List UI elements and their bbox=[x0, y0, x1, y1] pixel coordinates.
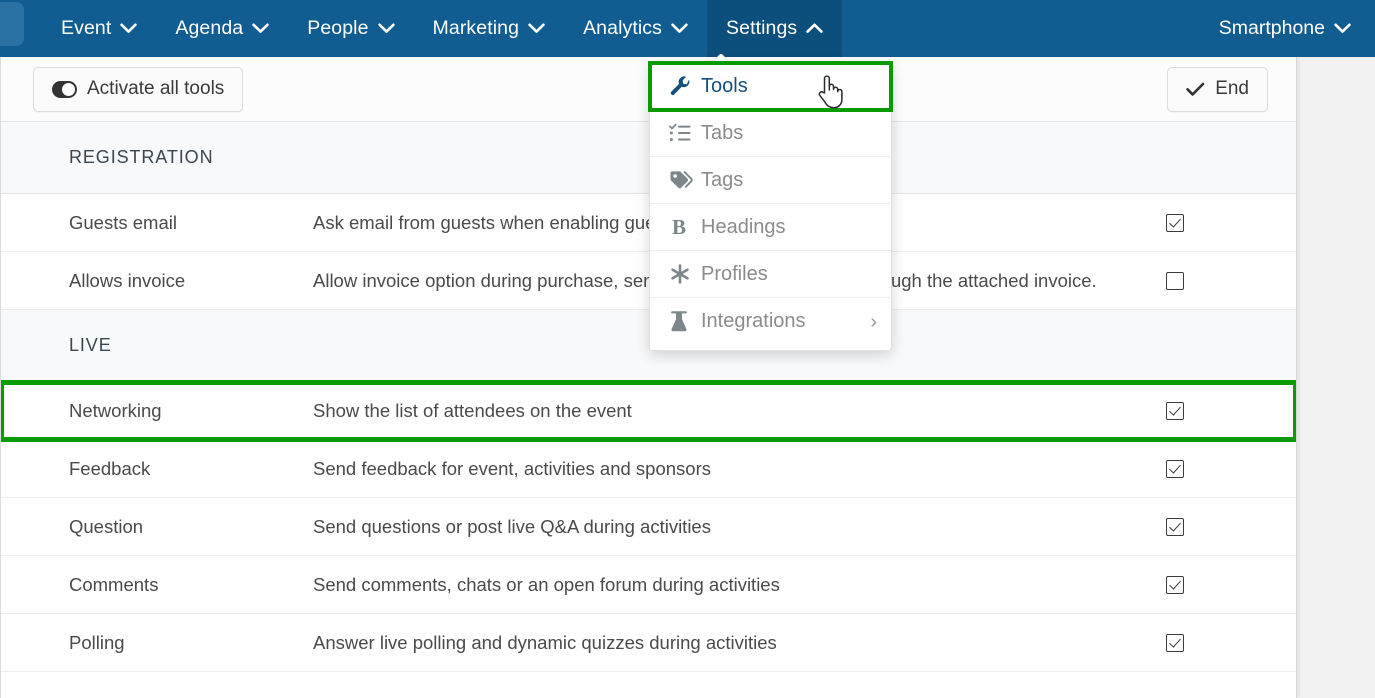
end-button-label: End bbox=[1215, 78, 1249, 99]
menu-item-label: Integrations bbox=[701, 310, 806, 332]
menu-item-tabs[interactable]: Tabs bbox=[650, 110, 891, 157]
device-selector-label: Smartphone bbox=[1218, 17, 1325, 39]
table-row[interactable]: Comments Send comments, chats or an open… bbox=[1, 556, 1296, 614]
section-title: LIVE bbox=[69, 335, 112, 355]
app-logo[interactable] bbox=[0, 2, 24, 46]
row-checkbox[interactable] bbox=[1166, 213, 1184, 232]
row-checkbox[interactable] bbox=[1166, 517, 1184, 536]
table-row[interactable]: Polling Answer live polling and dynamic … bbox=[1, 614, 1296, 672]
chevron-down-icon bbox=[528, 23, 545, 34]
section-title: REGISTRATION bbox=[69, 147, 214, 167]
settings-dropdown-menu: Tools Tabs Tags B Headings Profiles Inte… bbox=[648, 61, 893, 351]
nav-item-marketing[interactable]: Marketing bbox=[414, 0, 565, 57]
row-checkbox-cell bbox=[1156, 575, 1296, 594]
menu-item-label: Profiles bbox=[701, 262, 768, 285]
row-checkbox[interactable] bbox=[1166, 633, 1184, 652]
row-checkbox-cell bbox=[1156, 517, 1296, 536]
nav-item-label: Settings bbox=[726, 17, 798, 39]
row-checkbox[interactable] bbox=[1166, 575, 1184, 594]
chevron-right-icon: › bbox=[870, 310, 877, 333]
toggle-icon bbox=[52, 80, 77, 98]
row-checkbox-cell bbox=[1156, 633, 1296, 652]
row-checkbox-cell bbox=[1156, 271, 1296, 290]
nav-item-label: Event bbox=[61, 17, 112, 39]
menu-item-label: Tabs bbox=[701, 121, 744, 144]
row-name: Guests email bbox=[69, 211, 177, 233]
row-description: Show the list of attendees on the event bbox=[313, 400, 632, 421]
table-row[interactable]: Feedback Send feedback for event, activi… bbox=[1, 440, 1296, 498]
flask-icon bbox=[669, 310, 701, 333]
svg-text:B: B bbox=[672, 216, 686, 238]
menu-item-tags[interactable]: Tags bbox=[650, 157, 891, 204]
chevron-down-icon bbox=[671, 23, 688, 34]
row-description: Send feedback for event, activities and … bbox=[313, 457, 711, 479]
bold-b-icon: B bbox=[669, 216, 701, 238]
row-name: Polling bbox=[69, 631, 125, 653]
check-icon bbox=[1186, 82, 1205, 97]
dropdown-arrow bbox=[712, 54, 729, 63]
row-name: Question bbox=[69, 515, 144, 537]
row-checkbox[interactable] bbox=[1166, 402, 1184, 420]
row-checkbox-cell bbox=[1156, 459, 1296, 478]
row-name: Comments bbox=[69, 573, 159, 595]
chevron-down-icon bbox=[377, 23, 395, 34]
nav-item-label: People bbox=[307, 17, 369, 39]
wrench-icon bbox=[669, 75, 701, 98]
nav-item-settings[interactable]: Settings bbox=[707, 0, 843, 57]
nav-item-label: Marketing bbox=[432, 17, 520, 39]
row-name: Feedback bbox=[69, 457, 151, 479]
menu-item-integrations[interactable]: Integrations › bbox=[650, 298, 891, 345]
row-description: Answer live polling and dynamic quizzes … bbox=[313, 631, 777, 653]
asterisk-icon bbox=[669, 263, 701, 285]
row-name: Networking bbox=[69, 400, 162, 421]
row-checkbox[interactable] bbox=[1166, 271, 1184, 290]
row-checkbox-cell bbox=[1156, 402, 1296, 420]
menu-item-tools[interactable]: Tools bbox=[648, 61, 893, 112]
row-checkbox-cell bbox=[1156, 213, 1296, 232]
row-checkbox[interactable] bbox=[1166, 459, 1184, 478]
top-navigation-bar: Event Agenda People Marketing Analytics bbox=[0, 0, 1375, 57]
nav-item-event[interactable]: Event bbox=[42, 0, 156, 57]
chevron-down-icon bbox=[252, 23, 269, 34]
menu-item-label: Tags bbox=[701, 168, 744, 191]
table-row[interactable]: Question Send questions or post live Q&A… bbox=[1, 498, 1296, 556]
tag-icon bbox=[669, 170, 701, 190]
activate-all-tools-button[interactable]: Activate all tools bbox=[33, 66, 244, 112]
menu-item-profiles[interactable]: Profiles bbox=[650, 251, 891, 298]
menu-item-label: Headings bbox=[701, 215, 786, 238]
activate-all-tools-label: Activate all tools bbox=[87, 78, 225, 99]
menu-item-headings[interactable]: B Headings bbox=[650, 204, 891, 251]
list-checks-icon bbox=[669, 123, 701, 143]
row-description: Send comments, chats or an open forum du… bbox=[313, 573, 780, 595]
end-button[interactable]: End bbox=[1167, 66, 1268, 112]
row-name: Allows invoice bbox=[69, 269, 186, 291]
device-selector[interactable]: Smartphone bbox=[1200, 0, 1375, 57]
nav-item-label: Agenda bbox=[175, 17, 244, 39]
nav-item-people[interactable]: People bbox=[288, 0, 413, 57]
menu-item-label: Tools bbox=[701, 75, 748, 97]
chevron-down-icon bbox=[1334, 23, 1351, 34]
row-description: Send questions or post live Q&A during a… bbox=[313, 515, 711, 537]
nav-item-agenda[interactable]: Agenda bbox=[156, 0, 288, 57]
nav-menu: Event Agenda People Marketing Analytics bbox=[42, 0, 843, 57]
nav-item-analytics[interactable]: Analytics bbox=[564, 0, 707, 57]
table-row-networking[interactable]: Networking Show the list of attendees on… bbox=[1, 380, 1296, 442]
nav-item-label: Analytics bbox=[583, 17, 663, 39]
chevron-down-icon bbox=[120, 23, 138, 34]
chevron-up-icon bbox=[806, 23, 823, 34]
